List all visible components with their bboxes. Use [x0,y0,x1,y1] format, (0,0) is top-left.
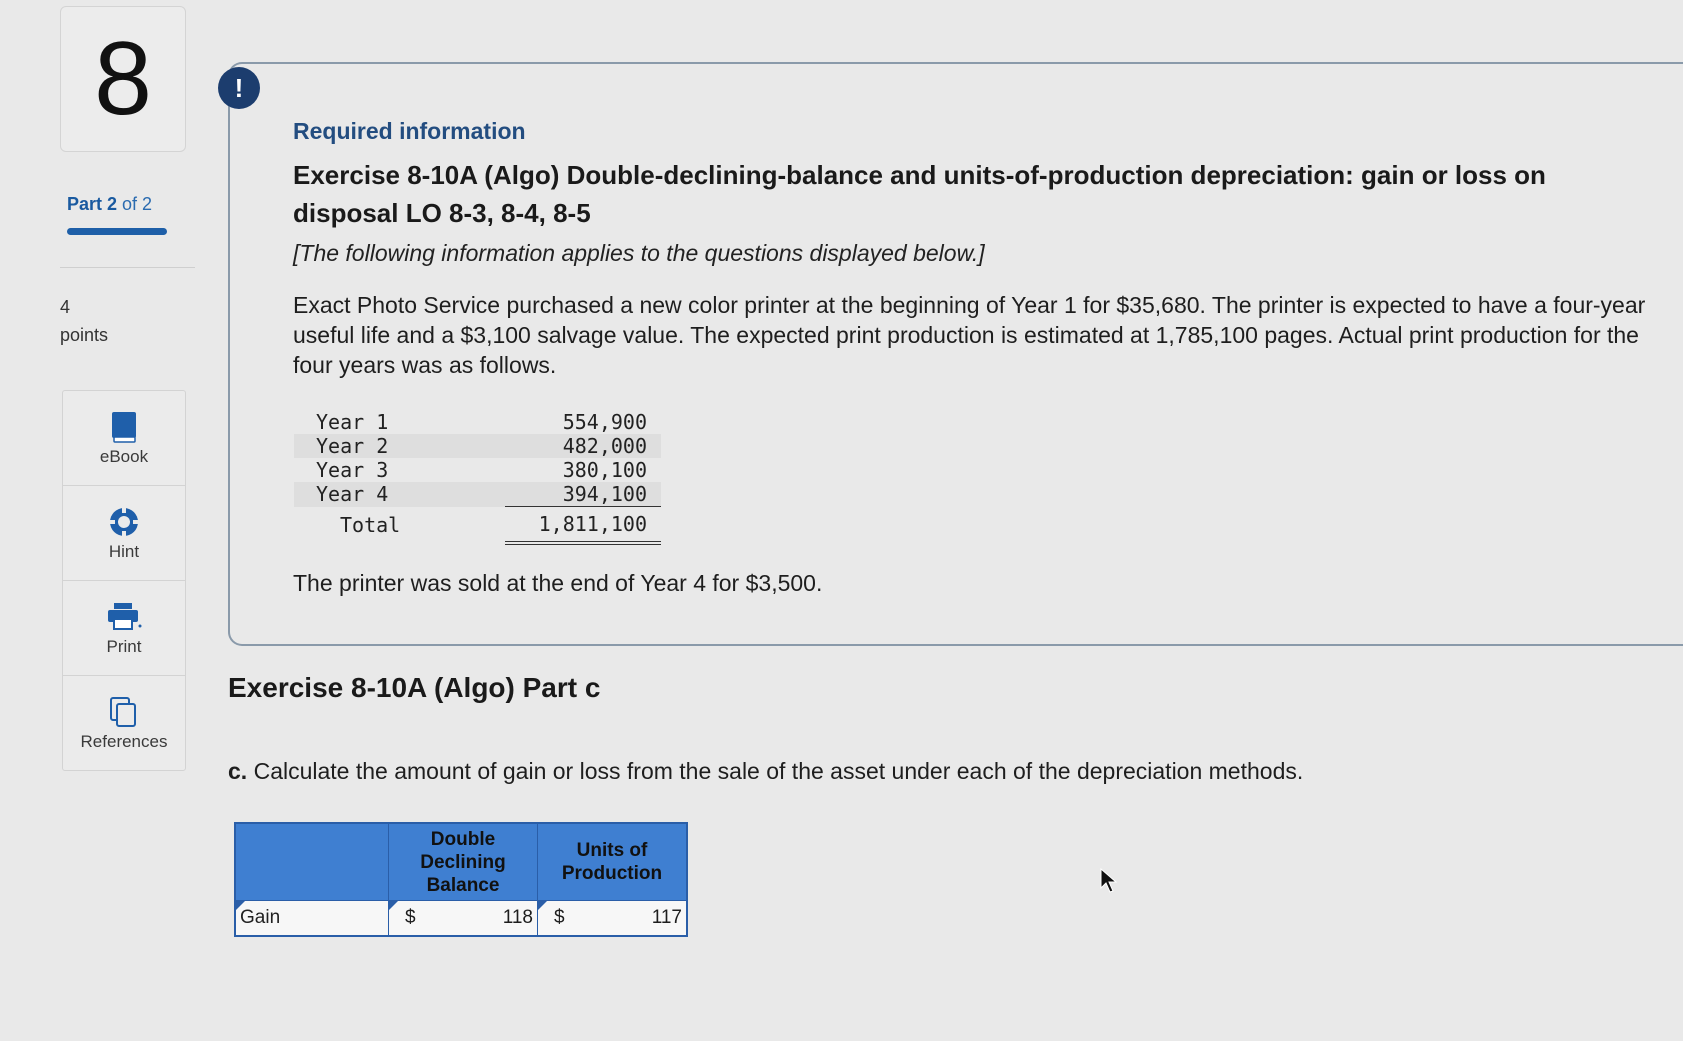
points-label: points [60,325,109,345]
total-value: 1,811,100 [505,506,661,545]
problem-paragraph: Exact Photo Service purchased a new colo… [293,292,1646,378]
blank-header [234,822,389,901]
tool-panel: eBook Hint Print References [62,390,186,771]
gain-loss-select[interactable]: Gain [234,900,389,937]
ddb-gain-input[interactable]: $ 118 [388,900,538,937]
sidebar-divider [60,267,195,268]
printer-icon [106,599,142,635]
table-row: Year 4 394,100 [294,482,661,507]
pages-value: 482,000 [505,434,661,458]
required-info-heading: Required information [293,118,526,144]
table-row: Year 2 482,000 [294,434,661,458]
question-number: 8 [60,6,186,152]
references-button[interactable]: References [63,676,185,770]
pages-value: 380,100 [562,458,647,482]
ebook-label: eBook [99,447,149,466]
year-label: Year 2 [294,434,505,458]
pages-value: 554,900 [562,410,647,434]
lifebuoy-icon [108,504,140,540]
gain-row: Gain $ 118 $ 117 [234,900,688,937]
answer-flag-icon [389,901,398,910]
uop-gain-input[interactable]: $ 117 [537,900,688,937]
production-table: Year 1 554,900 Year 2 482,000 Year 3 380… [294,410,661,545]
year-label: Year 3 [316,458,389,482]
print-button[interactable]: Print [63,581,185,676]
table-row: Year 1 554,900 [294,410,661,434]
answer-table: Double Declining Balance Units of Produc… [234,822,688,937]
sold-note: The printer was sold at the end of Year … [293,570,823,596]
print-label: Print [106,637,142,656]
ebook-button[interactable]: eBook [63,391,185,486]
year-label: Year 4 [294,482,505,507]
table-row: Year 3 380,100 [294,458,661,482]
answer-header-row: Double Declining Balance Units of Produc… [234,822,688,901]
pages-value: 394,100 [505,482,661,507]
references-label: References [80,732,168,751]
year-label: Year 1 [316,410,389,434]
answer-flag-icon [538,901,547,910]
hint-label: Hint [108,542,140,561]
alert-icon: ! [218,67,260,109]
part-c-title: Exercise 8-10A (Algo) Part c [228,672,601,703]
points-info: 4 points [60,293,108,349]
exercise-title: Exercise 8-10A (Algo) Double-declining-b… [293,160,1546,228]
applies-note: [The following information applies to th… [293,240,985,266]
answer-flag-icon [236,901,245,910]
points-value: 4 [60,297,71,317]
ddb-column-header: Double Declining Balance [388,822,538,901]
hint-button[interactable]: Hint [63,486,185,581]
question-text: c. Calculate the amount of gain or loss … [228,758,1304,784]
total-label: Total [340,512,401,537]
part-progress-bar [67,228,167,235]
uop-column-header: Units of Production [537,822,688,901]
documents-icon [109,694,139,730]
part-indicator: Part 2 of 2 [67,194,153,214]
mouse-cursor-icon [1100,867,1118,899]
total-row: Total 1,811,100 [294,506,661,545]
book-icon [111,409,137,445]
